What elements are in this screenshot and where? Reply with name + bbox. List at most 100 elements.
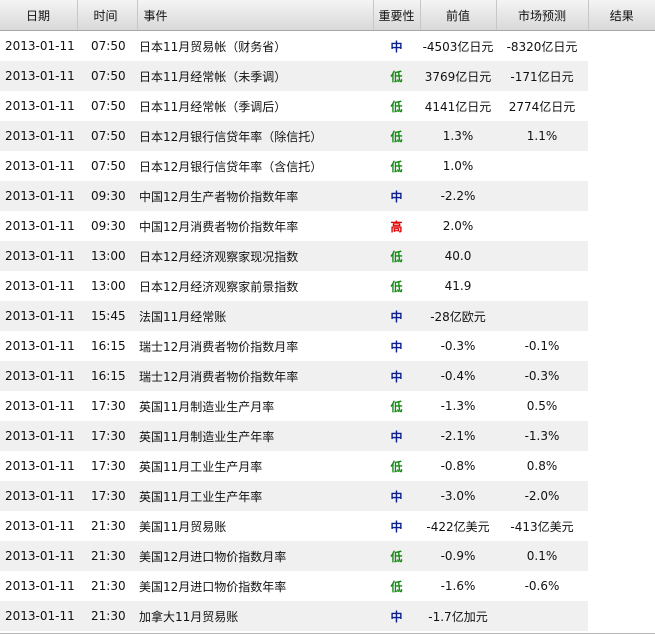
header-time[interactable]: 时间 xyxy=(77,0,138,31)
event-cell: 瑞士12月消费者物价指数年率 xyxy=(137,361,373,391)
date-cell: 2013-01-11 xyxy=(0,451,77,481)
economic-calendar-table: 日期 时间 事件 重要性 前值 市场预测 结果 2013-01-11 07:50 日… xyxy=(0,0,655,631)
header-date[interactable]: 日期 xyxy=(0,0,78,31)
time-cell: 21:30 xyxy=(77,541,137,571)
result-value-cell xyxy=(588,301,655,331)
time-cell: 07:50 xyxy=(77,30,137,61)
time-cell: 07:50 xyxy=(77,61,137,91)
time-cell: 13:00 xyxy=(77,241,137,271)
time-cell: 17:30 xyxy=(77,421,137,451)
time-cell: 07:50 xyxy=(77,121,137,151)
table-row[interactable]: 2013-01-11 07:50 日本12月银行信贷年率（含信托）低 1.0% xyxy=(0,151,655,181)
date-cell: 2013-01-11 xyxy=(0,241,77,271)
event-cell: 日本11月贸易帐（财务省） xyxy=(137,30,373,61)
header-previous[interactable]: 前值 xyxy=(420,0,497,31)
date-cell: 2013-01-11 xyxy=(0,481,77,511)
forecast-value-cell xyxy=(496,601,588,631)
forecast-value-cell: 2774亿日元 xyxy=(496,91,588,121)
result-value-cell xyxy=(588,511,655,541)
previous-value-cell: -1.3% xyxy=(420,391,496,421)
time-cell: 09:30 xyxy=(77,211,137,241)
result-value-cell xyxy=(588,271,655,301)
date-cell: 2013-01-11 xyxy=(0,151,77,181)
forecast-value-cell: -2.0% xyxy=(496,481,588,511)
importance-badge: 中 xyxy=(373,331,420,361)
importance-badge: 低 xyxy=(373,541,420,571)
result-value-cell xyxy=(588,181,655,211)
importance-badge: 高 xyxy=(373,211,420,241)
result-value-cell xyxy=(588,571,655,601)
header-forecast[interactable]: 市场预测 xyxy=(496,0,589,31)
table-row[interactable]: 2013-01-11 16:15 瑞士12月消费者物价指数月率中 -0.3% -0.1% xyxy=(0,331,655,361)
forecast-value-cell xyxy=(496,151,588,181)
date-cell: 2013-01-11 xyxy=(0,121,77,151)
table-row[interactable]: 2013-01-11 09:30 中国12月生产者物价指数年率中 -2.2% xyxy=(0,181,655,211)
date-cell: 2013-01-11 xyxy=(0,511,77,541)
importance-badge: 中 xyxy=(373,361,420,391)
time-cell: 16:15 xyxy=(77,331,137,361)
table-row[interactable]: 2013-01-11 17:30 英国11月制造业生产年率中 -2.1% -1.3% xyxy=(0,421,655,451)
forecast-value-cell: -8320亿日元 xyxy=(496,30,588,61)
table-row[interactable]: 2013-01-11 21:30 美国12月进口物价指数年率低 -1.6% -0.6% xyxy=(0,571,655,601)
result-value-cell xyxy=(588,241,655,271)
result-value-cell xyxy=(588,481,655,511)
table-row[interactable]: 2013-01-11 13:00 日本12月经济观察家现况指数低 40.0 xyxy=(0,241,655,271)
table-body: 2013-01-11 07:50 日本11月贸易帐（财务省）中 -4503亿日元 -83… xyxy=(0,30,655,631)
header-event[interactable]: 事件 xyxy=(137,0,374,31)
importance-badge: 低 xyxy=(373,391,420,421)
previous-value-cell: 40.0 xyxy=(420,241,496,271)
importance-badge: 中 xyxy=(373,30,420,61)
header-row: 日期 时间 事件 重要性 前值 市场预测 结果 xyxy=(0,0,655,31)
table-row[interactable]: 2013-01-11 21:30 美国11月贸易账中 -422亿美元 -413亿美元 xyxy=(0,511,655,541)
time-cell: 21:30 xyxy=(77,601,137,631)
forecast-value-cell: -0.3% xyxy=(496,361,588,391)
time-cell: 21:30 xyxy=(77,571,137,601)
importance-badge: 低 xyxy=(373,61,420,91)
event-cell: 英国11月工业生产年率 xyxy=(137,481,373,511)
previous-value-cell: 1.0% xyxy=(420,151,496,181)
date-cell: 2013-01-11 xyxy=(0,271,77,301)
table-row[interactable]: 2013-01-11 17:30 英国11月工业生产月率低 -0.8% 0.8% xyxy=(0,451,655,481)
table-row[interactable]: 2013-01-11 07:50 日本11月经常帐（未季调）低 3769亿日元 -171… xyxy=(0,61,655,91)
forecast-value-cell xyxy=(496,301,588,331)
table-row[interactable]: 2013-01-11 07:50 日本12月银行信贷年率（除信托）低 1.3% 1.1% xyxy=(0,121,655,151)
forecast-value-cell xyxy=(496,181,588,211)
table-row[interactable]: 2013-01-11 17:30 英国11月制造业生产月率低 -1.3% 0.5% xyxy=(0,391,655,421)
table-row[interactable]: 2013-01-11 07:50 日本11月贸易帐（财务省）中 -4503亿日元 -83… xyxy=(0,30,655,61)
importance-badge: 中 xyxy=(373,421,420,451)
importance-badge: 中 xyxy=(373,481,420,511)
event-cell: 瑞士12月消费者物价指数月率 xyxy=(137,331,373,361)
result-value-cell xyxy=(588,211,655,241)
time-cell: 21:30 xyxy=(77,511,137,541)
event-cell: 加拿大11月贸易账 xyxy=(137,601,373,631)
date-cell: 2013-01-11 xyxy=(0,421,77,451)
result-value-cell xyxy=(588,30,655,61)
previous-value-cell: 4141亿日元 xyxy=(420,91,496,121)
header-importance[interactable]: 重要性 xyxy=(373,0,421,31)
table-row[interactable]: 2013-01-11 21:30 美国12月进口物价指数月率低 -0.9% 0.1% xyxy=(0,541,655,571)
forecast-value-cell: 0.8% xyxy=(496,451,588,481)
table-row[interactable]: 2013-01-11 09:30 中国12月消费者物价指数年率高 2.0% xyxy=(0,211,655,241)
table-row[interactable]: 2013-01-11 15:45 法国11月经常账中 -28亿欧元 xyxy=(0,301,655,331)
importance-badge: 低 xyxy=(373,241,420,271)
table-row[interactable]: 2013-01-11 16:15 瑞士12月消费者物价指数年率中 -0.4% -0.3% xyxy=(0,361,655,391)
table-row[interactable]: 2013-01-11 21:30 加拿大11月贸易账中 -1.7亿加元 xyxy=(0,601,655,631)
previous-value-cell: -1.6% xyxy=(420,571,496,601)
importance-badge: 低 xyxy=(373,151,420,181)
event-cell: 美国11月贸易账 xyxy=(137,511,373,541)
previous-value-cell: -0.8% xyxy=(420,451,496,481)
header-result[interactable]: 结果 xyxy=(588,0,655,31)
forecast-value-cell: -0.1% xyxy=(496,331,588,361)
time-cell: 17:30 xyxy=(77,391,137,421)
event-cell: 日本12月经济观察家前景指数 xyxy=(137,271,373,301)
event-cell: 日本11月经常帐（季调后） xyxy=(137,91,373,121)
importance-badge: 低 xyxy=(373,121,420,151)
forecast-value-cell: 1.1% xyxy=(496,121,588,151)
table-row[interactable]: 2013-01-11 13:00 日本12月经济观察家前景指数低 41.9 xyxy=(0,271,655,301)
table-row[interactable]: 2013-01-11 17:30 英国11月工业生产年率中 -3.0% -2.0% xyxy=(0,481,655,511)
time-cell: 13:00 xyxy=(77,271,137,301)
result-value-cell xyxy=(588,601,655,631)
table-row[interactable]: 2013-01-11 07:50 日本11月经常帐（季调后）低 4141亿日元 2774… xyxy=(0,91,655,121)
date-cell: 2013-01-11 xyxy=(0,30,77,61)
result-value-cell xyxy=(588,451,655,481)
